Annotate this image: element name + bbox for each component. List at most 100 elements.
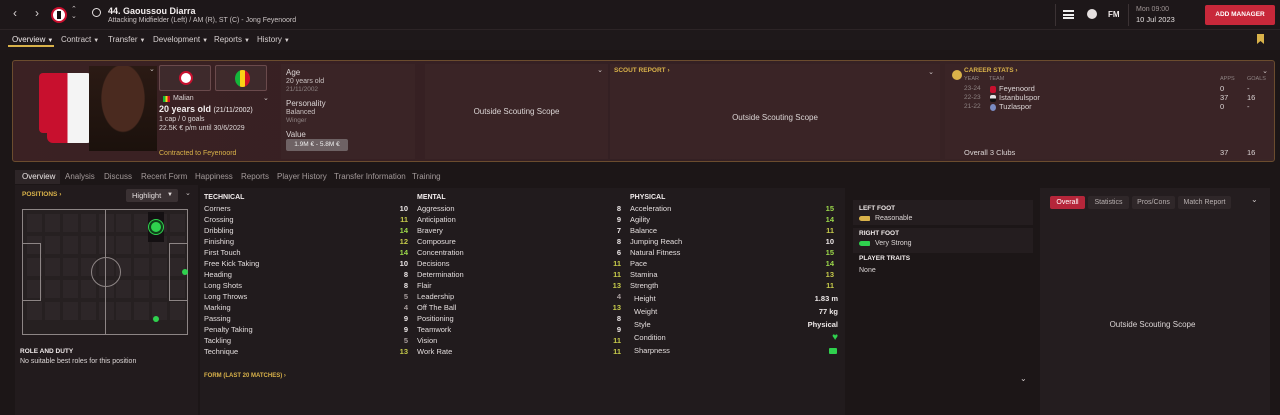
club-badge-icon[interactable] [51, 7, 67, 23]
attribute-row[interactable]: Composure 8 [413, 237, 621, 248]
tab-statistics[interactable]: Statistics [1088, 196, 1129, 209]
attribute-row[interactable]: Leadership 4 [413, 292, 621, 303]
pitch-zone [27, 214, 42, 232]
date-time[interactable]: Mon 09:00 10 Jul 2023 [1136, 6, 1196, 24]
attribute-row[interactable]: Teamwork 9 [413, 325, 621, 336]
position-st-dot[interactable] [182, 269, 188, 275]
career-row[interactable]: 21-22 Tuzlaspor 0 - [964, 102, 1264, 112]
attribute-row[interactable]: Concentration 6 [413, 248, 621, 259]
scope-chevron-icon[interactable]: ⌄ [597, 66, 603, 74]
subtab-recent-form[interactable]: Recent Form [141, 172, 187, 181]
wage: 22.5K € p/m until 30/6/2029 [159, 125, 245, 132]
subtab-transfer-information[interactable]: Transfer Information [334, 172, 406, 181]
attribute-row[interactable]: Marking 4 [200, 303, 408, 314]
tab-pros-cons[interactable]: Pros/Cons [1132, 196, 1175, 209]
pitch-zone [152, 280, 167, 298]
attribute-row[interactable]: Penalty Taking 9 [200, 325, 408, 336]
attribute-row[interactable]: Flair 13 [413, 281, 621, 292]
attribute-row[interactable]: First Touch 14 [200, 248, 408, 259]
attribute-row[interactable]: Technique 13 [200, 347, 408, 358]
career-chevron-icon[interactable]: ⌄ [1262, 67, 1268, 75]
subtab-reports[interactable]: Reports [241, 172, 269, 181]
attribute-row[interactable]: Aggression 8 [413, 204, 621, 215]
pitch-zone [81, 214, 96, 232]
subtab-discuss[interactable]: Discuss [104, 172, 132, 181]
overall-chevron-icon[interactable]: ⌄ [1251, 195, 1258, 204]
subtab-player-history[interactable]: Player History [277, 172, 327, 181]
attribute-row[interactable]: Acceleration 15 [626, 204, 834, 215]
condition-label: Condition [634, 333, 666, 342]
subtab-training[interactable]: Training [412, 172, 441, 181]
pitch-zone [134, 236, 149, 254]
position-amr-dot[interactable] [153, 316, 159, 322]
tab-match-report[interactable]: Match Report [1178, 196, 1231, 209]
options-chevron-icon[interactable]: ⌄ [149, 65, 155, 73]
attribute-row[interactable]: Corners 10 [200, 204, 408, 215]
attribute-name: Aggression [417, 204, 455, 213]
nation-flag-card[interactable] [215, 65, 267, 91]
attribute-row[interactable]: Pace 14 [626, 259, 834, 270]
tab-overall[interactable]: Overall [1050, 196, 1085, 209]
menu-icon[interactable] [1063, 10, 1074, 19]
form-title[interactable]: FORM (LAST 20 MATCHES) › [204, 373, 286, 379]
bookmark-icon[interactable] [1257, 34, 1264, 44]
attribute-row[interactable]: Long Throws 5 [200, 292, 408, 303]
attribute-row[interactable]: Off The Ball 13 [413, 303, 621, 314]
attribute-row[interactable]: Bravery 7 [413, 226, 621, 237]
nav-history[interactable]: History ▼ [257, 35, 290, 44]
attribute-row[interactable]: Free Kick Taking 10 [200, 259, 408, 270]
highlight-dropdown[interactable]: Highlight ▼ [126, 189, 178, 202]
value-pill[interactable]: 1.9M € - 5.8M € [286, 139, 348, 151]
nav-transfer[interactable]: Transfer ▼ [108, 35, 145, 44]
subtab-happiness[interactable]: Happiness [195, 172, 233, 181]
ball-icon[interactable] [1087, 9, 1097, 19]
attribute-row[interactable]: Jumping Reach 10 [626, 237, 834, 248]
nav-bar: Overview ▼ Contract ▼ Transfer ▼ Developmen… [0, 30, 1280, 50]
attribute-row[interactable]: Long Shots 8 [200, 281, 408, 292]
nav-overview[interactable]: Overview ▼ [12, 35, 53, 44]
attribute-row[interactable]: Strength 11 [626, 281, 834, 292]
attribute-row[interactable]: Balance 11 [626, 226, 834, 237]
attribute-row[interactable]: Anticipation 9 [413, 215, 621, 226]
attribute-row[interactable]: Stamina 13 [626, 270, 834, 281]
attribute-value: 14 [825, 259, 834, 268]
attribute-row[interactable]: Determination 11 [413, 270, 621, 281]
scout-report-title[interactable]: SCOUT REPORT › [614, 67, 670, 74]
attribute-row[interactable]: Passing 9 [200, 314, 408, 325]
attribute-name: Crossing [204, 215, 234, 224]
add-manager-button[interactable]: ADD MANAGER [1205, 5, 1275, 25]
position-aml-dot[interactable] [151, 222, 161, 232]
report-chevron-icon[interactable]: ⌄ [928, 68, 934, 76]
back-arrow-icon[interactable]: ‹ [8, 6, 22, 20]
nav-contract[interactable]: Contract ▼ [61, 35, 99, 44]
attribute-row[interactable]: Work Rate 11 [413, 347, 621, 358]
contract-club[interactable]: Contracted to Feyenoord [159, 150, 236, 157]
attribute-row[interactable]: Tackling 5 [200, 336, 408, 347]
attribute-row[interactable]: Finishing 12 [200, 237, 408, 248]
pitch-zone [134, 214, 149, 232]
attribute-row[interactable]: Positioning 8 [413, 314, 621, 325]
expand-chevron-icon[interactable]: ⌄ [263, 94, 269, 102]
attribute-row[interactable]: Heading 8 [200, 270, 408, 281]
attribute-row[interactable]: Dribbling 14 [200, 226, 408, 237]
left-foot-heading: LEFT FOOT [859, 205, 896, 212]
fm-logo[interactable]: FM [1108, 10, 1120, 19]
positions-chevron-icon[interactable]: ⌄ [185, 189, 191, 197]
club-badge-card[interactable] [159, 65, 211, 91]
forward-arrow-icon[interactable]: › [30, 6, 44, 20]
subtab-analysis[interactable]: Analysis [65, 172, 95, 181]
attribute-row[interactable]: Crossing 11 [200, 215, 408, 226]
subtab-overview[interactable]: Overview [22, 172, 55, 181]
search-icon[interactable] [92, 8, 101, 17]
nav-reports[interactable]: Reports ▼ [214, 35, 250, 44]
sort-updown-icon[interactable]: ⌃ ⌄ [71, 6, 77, 20]
positions-title[interactable]: POSITIONS › [22, 191, 61, 198]
nav-development[interactable]: Development ▼ [153, 35, 208, 44]
attribute-value: 14 [825, 215, 834, 224]
career-stats-title[interactable]: CAREER STATS › [964, 67, 1018, 74]
attribute-row[interactable]: Vision 11 [413, 336, 621, 347]
attribute-name: Leadership [417, 292, 455, 301]
attribute-row[interactable]: Decisions 11 [413, 259, 621, 270]
attribute-row[interactable]: Natural Fitness 15 [626, 248, 834, 259]
attribute-row[interactable]: Agility 14 [626, 215, 834, 226]
